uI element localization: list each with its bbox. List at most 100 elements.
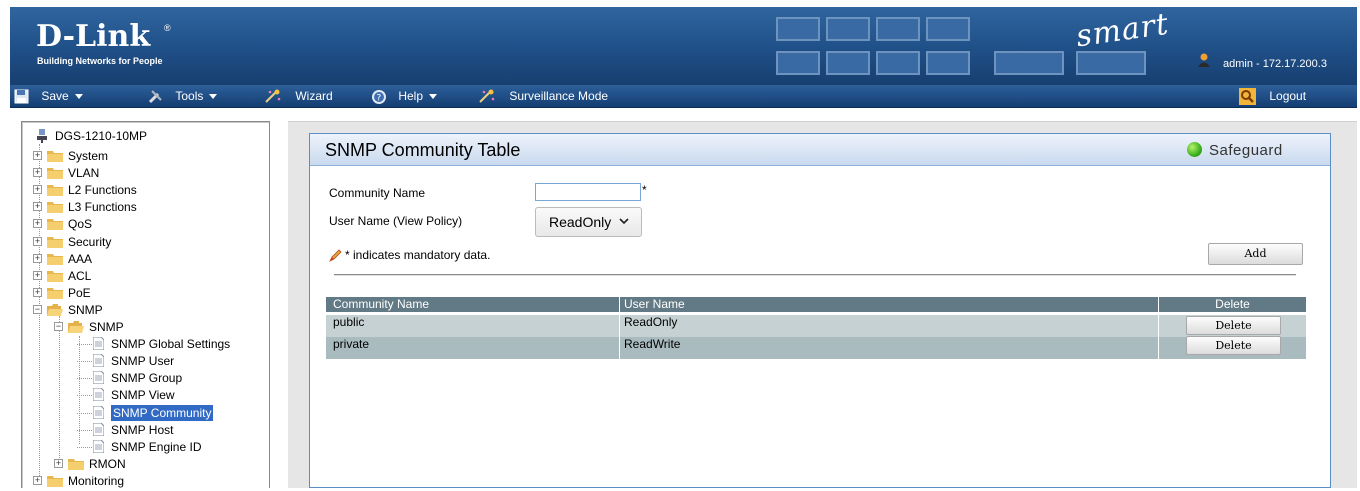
folder-icon <box>47 150 63 162</box>
help-label: Help <box>398 89 424 103</box>
logout-icon <box>1239 88 1256 106</box>
tree-item-snmp-sub-label: SNMP <box>89 320 124 334</box>
logo-tagline: Building Networks for People <box>37 56 163 66</box>
tools-icon <box>148 90 162 104</box>
divider <box>334 274 1296 276</box>
help-icon: ? <box>372 89 386 104</box>
expand-toggle-icon[interactable]: + <box>33 253 42 263</box>
tree-item-snmp-host-label: SNMP Host <box>111 422 174 437</box>
delete-button[interactable]: Delete <box>1186 316 1281 335</box>
page-icon <box>92 422 105 437</box>
page-title: SNMP Community Table <box>325 140 521 160</box>
folder-icon <box>47 287 63 299</box>
chevron-down-icon <box>74 94 83 100</box>
tree-item-security-label: Security <box>68 234 112 249</box>
page-icon <box>92 353 105 368</box>
chevron-down-icon <box>209 94 218 100</box>
page-icon <box>92 387 105 402</box>
page-icon <box>92 439 105 454</box>
column-header-community-name: Community Name <box>326 297 620 312</box>
pencil-icon <box>329 249 342 262</box>
expand-toggle-icon[interactable]: + <box>33 168 42 178</box>
logout-menu[interactable]: Logout <box>1239 85 1306 107</box>
collapse-toggle-icon[interactable]: − <box>54 322 63 331</box>
tree-item-aaa-label: AAA <box>68 251 93 266</box>
tree-item-system-label: System <box>68 149 109 163</box>
community-name-input[interactable] <box>535 183 641 201</box>
mandatory-note: * indicates mandatory data. <box>345 248 491 262</box>
expand-toggle-icon[interactable]: + <box>33 270 42 280</box>
dlink-logo: D-Link <box>36 19 151 54</box>
help-menu[interactable]: ? Help <box>371 85 438 107</box>
tree-item-snmp-label: SNMP <box>68 302 103 317</box>
table-header: Community Name User Name Delete <box>326 297 1306 312</box>
community-name-label: Community Name <box>329 186 426 200</box>
chevron-down-icon <box>429 94 438 100</box>
folder-icon <box>68 458 84 470</box>
user-icon <box>1198 53 1210 67</box>
tree-item-vlan-label: VLAN <box>68 166 100 181</box>
cell-community-name: public <box>326 315 620 337</box>
add-button[interactable]: Add <box>1208 243 1303 265</box>
panel-header: SNMP Community Table Safeguard <box>310 134 1330 166</box>
user-name-label: User Name (View Policy) <box>329 214 463 228</box>
expand-toggle-icon[interactable]: + <box>33 151 42 160</box>
expand-toggle-icon[interactable]: + <box>33 236 42 246</box>
chevron-down-icon <box>619 218 629 225</box>
expand-toggle-icon[interactable]: + <box>33 475 42 485</box>
expand-toggle-icon[interactable]: + <box>33 185 42 195</box>
expand-toggle-icon[interactable]: + <box>33 287 42 297</box>
logo-registered-mark: ® <box>164 23 171 33</box>
tree-item-monitoring-label: Monitoring <box>68 473 125 488</box>
folder-icon <box>47 201 63 214</box>
safeguard-status-icon <box>1187 142 1202 157</box>
tree-item-snmp-community-label: SNMP Community <box>111 404 214 421</box>
delete-button[interactable]: Delete <box>1186 336 1281 355</box>
folder-icon <box>47 236 63 248</box>
wizard-icon <box>265 89 281 104</box>
user-name-select[interactable]: ReadOnly <box>535 207 642 237</box>
expand-toggle-icon[interactable]: + <box>33 219 42 229</box>
tree-item-snmp-global-settings-label: SNMP Global Settings <box>111 337 231 352</box>
tree-item-snmp-view-label: SNMP View <box>111 388 175 403</box>
column-header-user-name: User Name <box>620 297 1159 312</box>
logout-label: Logout <box>1269 89 1307 103</box>
save-icon <box>14 89 29 104</box>
cell-user-name: ReadWrite <box>620 337 1159 359</box>
expand-toggle-icon[interactable]: + <box>33 202 42 212</box>
wizard-menu[interactable]: Wizard <box>264 85 333 107</box>
tree-item-rmon-label: RMON <box>89 456 126 471</box>
safeguard-label[interactable]: Safeguard <box>1209 142 1283 159</box>
folder-icon <box>47 253 63 265</box>
cell-user-name: ReadOnly <box>620 315 1159 337</box>
user-info: admin - 172.17.200.3 <box>1223 58 1327 70</box>
save-menu[interactable]: Save <box>14 85 83 107</box>
folder-icon <box>47 303 63 316</box>
folder-icon <box>47 167 63 180</box>
table-row: public ReadOnly Delete <box>326 315 1306 337</box>
surveillance-mode-menu[interactable]: Surveillance Mode <box>478 85 608 107</box>
user-name-select-value: ReadOnly <box>549 214 612 230</box>
tree-root-label: DGS-1210-10MP <box>55 129 148 143</box>
expand-toggle-icon[interactable]: + <box>54 458 63 468</box>
svg-text:?: ? <box>377 93 382 103</box>
wizard-icon <box>479 89 495 104</box>
header-banner: D-Link ® Building Networks for People sm… <box>10 7 1357 85</box>
collapse-toggle-icon[interactable]: − <box>33 304 42 314</box>
switch-device-icon <box>37 129 47 143</box>
save-label: Save <box>41 89 69 103</box>
folder-icon <box>68 321 84 333</box>
column-header-delete: Delete <box>1215 297 1250 311</box>
tree-item-snmp-engine-id-label: SNMP Engine ID <box>111 439 202 454</box>
folder-icon <box>47 475 63 487</box>
tree-item-snmp-user-label: SNMP User <box>111 354 175 369</box>
tree-item-l3-functions-label: L3 Functions <box>68 200 137 215</box>
surveillance-mode-label: Surveillance Mode <box>509 89 609 103</box>
tools-menu[interactable]: Tools <box>148 85 218 107</box>
wizard-label: Wizard <box>295 89 333 103</box>
required-mark: * <box>642 183 647 197</box>
tools-label: Tools <box>175 89 204 103</box>
menu-bar: Save Tools Wizard ? Help Surveillance Mo… <box>10 85 1357 108</box>
page-icon <box>92 336 105 351</box>
folder-icon <box>47 184 63 197</box>
